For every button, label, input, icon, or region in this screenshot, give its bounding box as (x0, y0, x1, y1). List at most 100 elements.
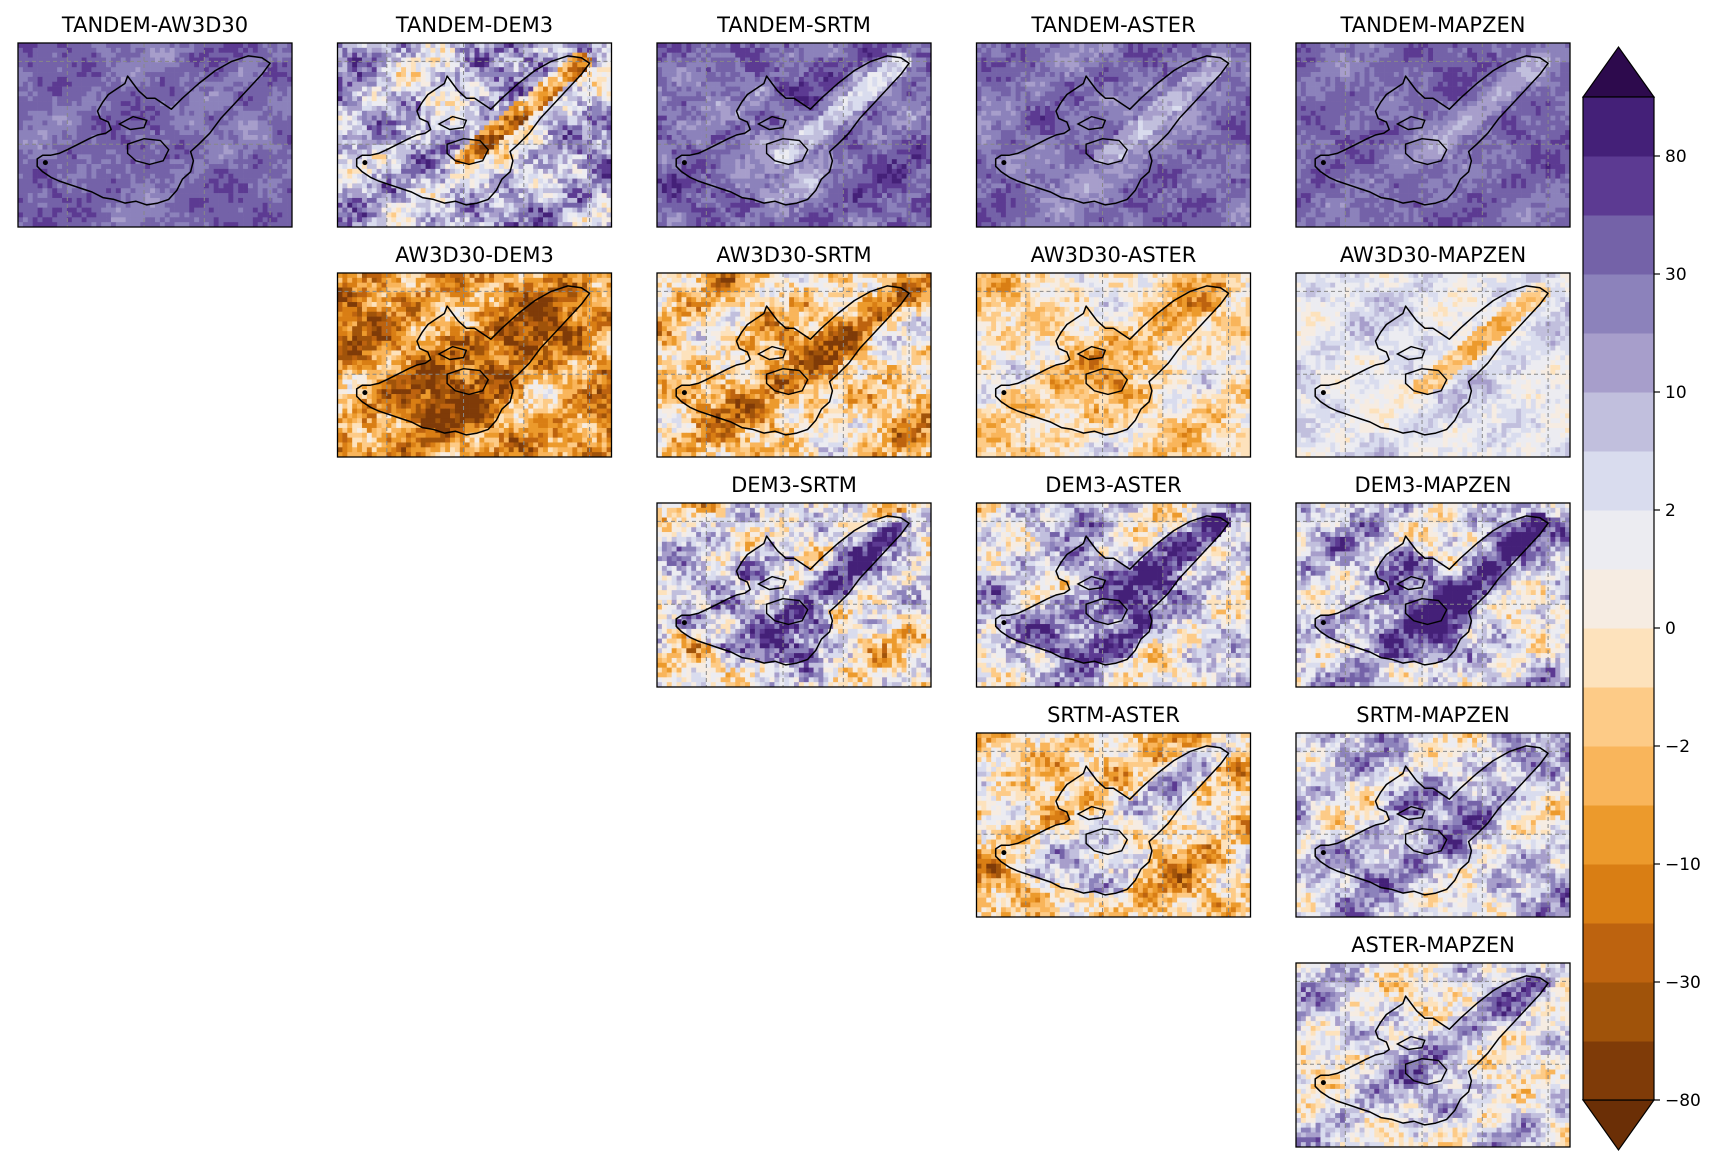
raster-cell (425, 217, 431, 223)
raster-cell (18, 217, 24, 223)
raster-cell (808, 67, 814, 73)
raster-cell (450, 183, 456, 189)
raster-cell (247, 72, 254, 78)
raster-cell (715, 57, 721, 63)
raster-cell (498, 212, 505, 218)
raster-cell (37, 149, 43, 155)
raster-cell (715, 96, 721, 102)
raster-cell (533, 115, 539, 121)
raster-cell (233, 197, 239, 204)
raster-cell (401, 96, 407, 102)
raster-cell (518, 62, 524, 68)
raster-cell (272, 52, 278, 58)
raster-cell (459, 130, 466, 136)
raster-cell (533, 43, 539, 49)
raster-cell (125, 47, 131, 54)
raster-cell (357, 62, 363, 68)
raster-cell (681, 101, 687, 107)
raster-cell (789, 62, 795, 68)
raster-cell (135, 168, 141, 175)
raster-cell (76, 105, 82, 112)
raster-cell (715, 47, 721, 54)
raster-cell (27, 202, 34, 208)
raster-cell (86, 96, 92, 102)
raster-cell (110, 43, 117, 49)
raster-cell (513, 110, 519, 116)
raster-cell (896, 81, 902, 87)
raster-cell (430, 183, 436, 189)
raster-cell (174, 159, 180, 165)
raster-cell (474, 67, 480, 73)
raster-cell (715, 67, 721, 73)
raster-cell (543, 57, 549, 63)
raster-cell (337, 207, 343, 213)
raster-cell (337, 52, 343, 58)
raster-cell (454, 67, 461, 73)
raster-cell (140, 193, 146, 199)
raster-cell (557, 217, 563, 223)
raster-cell (32, 178, 38, 184)
raster-cell (454, 193, 461, 199)
raster-cell (194, 159, 200, 165)
raster-cell (779, 86, 785, 92)
raster-cell (415, 168, 422, 175)
raster-cell (469, 173, 475, 179)
raster-cell (282, 101, 288, 107)
raster-cell (37, 183, 43, 189)
raster-cell (567, 62, 573, 68)
raster-cell (179, 212, 185, 218)
raster-cell (533, 91, 539, 97)
raster-cell (27, 149, 34, 155)
raster-cell (489, 159, 495, 165)
raster-cell (572, 202, 578, 208)
raster-cell (277, 101, 283, 107)
raster-cell (145, 154, 151, 160)
raster-cell (503, 217, 510, 223)
raster-cell (464, 86, 470, 92)
raster-cell (130, 110, 136, 116)
raster-cell (272, 115, 278, 121)
raster-cell (396, 135, 402, 141)
raster-cell (420, 173, 426, 179)
raster-cell (498, 159, 505, 165)
raster-cell (715, 86, 721, 92)
raster-cell (591, 96, 598, 102)
raster-cell (252, 178, 259, 184)
raster-cell (754, 62, 761, 68)
raster-cell (223, 135, 229, 141)
raster-cell (852, 62, 858, 68)
raster-cell (454, 130, 461, 136)
raster-cell (562, 207, 568, 213)
raster-cell (150, 62, 156, 68)
raster-cell (218, 149, 224, 155)
raster-cell (666, 47, 673, 54)
raster-cell (543, 217, 549, 223)
raster-cell (150, 144, 156, 150)
raster-cell (591, 101, 598, 107)
raster-cell (81, 149, 87, 155)
raster-cell (115, 62, 122, 68)
raster-cell (252, 105, 259, 112)
raster-cell (135, 105, 141, 112)
raster-cell (813, 86, 819, 92)
raster-cell (86, 91, 92, 97)
raster-cell (459, 178, 466, 184)
raster-cell (494, 212, 500, 218)
raster-cell (218, 159, 224, 165)
raster-cell (208, 212, 215, 218)
raster-cell (342, 183, 348, 189)
raster-cell (601, 47, 607, 54)
raster-cell (189, 125, 195, 131)
raster-cell (243, 130, 249, 136)
raster-cell (450, 212, 456, 218)
raster-cell (194, 207, 200, 213)
raster-cell (247, 115, 254, 121)
raster-cell (552, 43, 559, 49)
raster-cell (798, 47, 805, 54)
raster-cell (272, 120, 278, 126)
raster-cell (591, 57, 598, 63)
raster-cell (42, 105, 48, 112)
raster-cell (179, 76, 185, 83)
raster-cell (420, 91, 426, 97)
raster-cell (208, 159, 215, 165)
